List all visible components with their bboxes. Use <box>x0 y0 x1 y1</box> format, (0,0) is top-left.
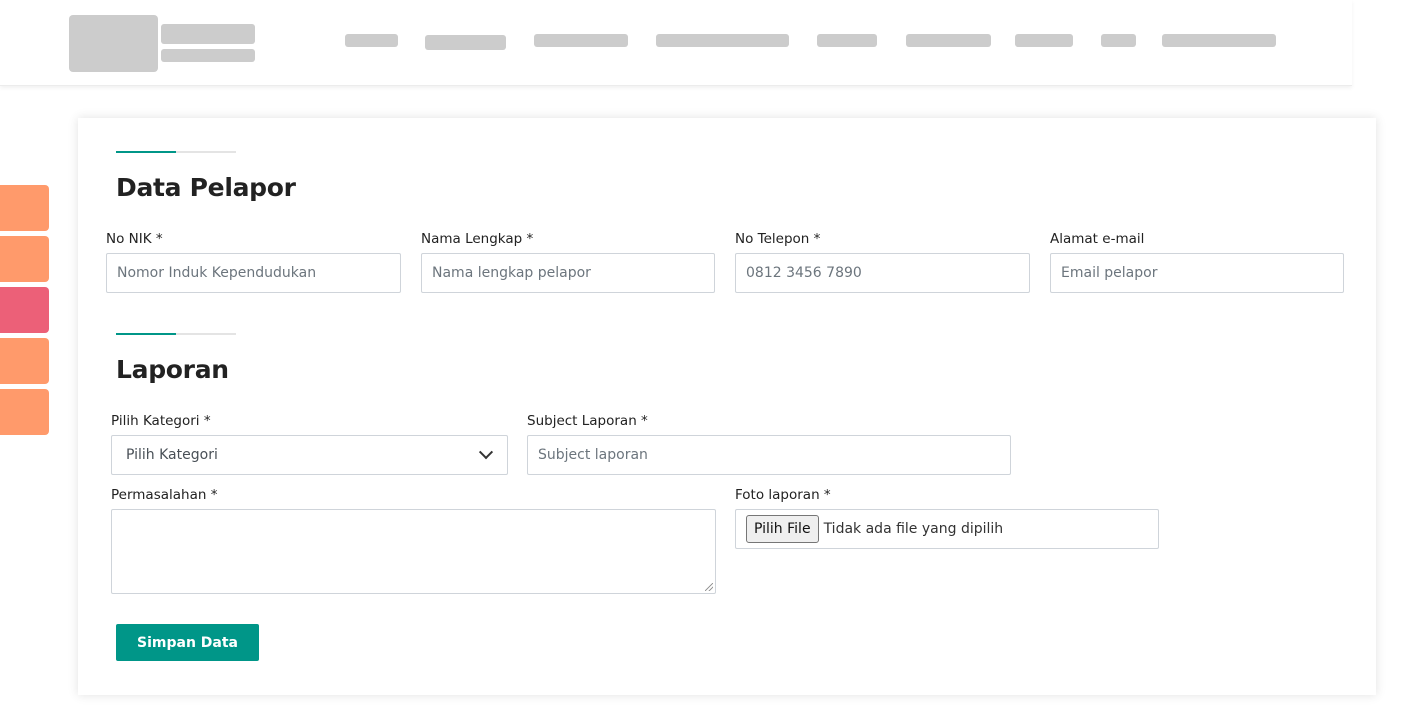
nav-item-placeholder[interactable] <box>345 34 398 47</box>
nav-item-placeholder[interactable] <box>1162 34 1276 47</box>
category-label: Pilih Kategori * <box>111 413 211 429</box>
email-input[interactable] <box>1050 253 1344 293</box>
full-name-input[interactable] <box>421 253 715 293</box>
email-label: Alamat e-mail <box>1050 231 1145 247</box>
side-tab-1[interactable] <box>0 185 49 231</box>
problem-label: Permasalahan * <box>111 487 218 503</box>
chevron-down-icon <box>478 445 494 460</box>
site-header <box>0 0 1352 86</box>
subject-label: Subject Laporan * <box>527 413 648 429</box>
category-select[interactable]: Pilih Kategori <box>111 435 508 475</box>
nav-item-placeholder[interactable] <box>656 34 789 47</box>
category-selected-value: Pilih Kategori <box>126 447 218 463</box>
reporter-section-title: Data Pelapor <box>116 173 296 202</box>
side-tab-2[interactable] <box>0 236 49 282</box>
nav-item-placeholder[interactable] <box>1101 34 1136 47</box>
logo-title-placeholder <box>161 24 255 44</box>
nik-input[interactable] <box>106 253 401 293</box>
phone-input[interactable] <box>735 253 1030 293</box>
subject-input[interactable] <box>527 435 1011 475</box>
logo-image-placeholder[interactable] <box>69 15 158 72</box>
nav-item-placeholder[interactable] <box>817 34 877 47</box>
nav-item-placeholder[interactable] <box>1015 34 1073 47</box>
side-tab-3[interactable] <box>0 287 49 333</box>
photo-label: Foto laporan * <box>735 487 831 503</box>
report-form-card: Data Pelapor No NIK * Nama Lengkap * No … <box>78 118 1376 695</box>
full-name-label: Nama Lengkap * <box>421 231 534 247</box>
side-tab-5[interactable] <box>0 389 49 435</box>
side-tab-4[interactable] <box>0 338 49 384</box>
logo-subtitle-placeholder <box>161 49 255 62</box>
phone-label: No Telepon * <box>735 231 821 247</box>
nav-item-placeholder[interactable] <box>425 35 506 50</box>
nik-label: No NIK * <box>106 231 163 247</box>
resize-handle-icon[interactable] <box>705 583 713 591</box>
nav-item-placeholder[interactable] <box>534 34 628 47</box>
choose-file-button[interactable]: Pilih File <box>746 515 819 543</box>
section-divider <box>116 333 236 335</box>
photo-file-input[interactable]: Pilih File Tidak ada file yang dipilih <box>735 509 1159 549</box>
file-status-text: Tidak ada file yang dipilih <box>823 521 1004 537</box>
save-data-button[interactable]: Simpan Data <box>116 624 259 661</box>
report-section-title: Laporan <box>116 355 229 384</box>
nav-item-placeholder[interactable] <box>906 34 991 47</box>
problem-textarea[interactable] <box>111 509 716 594</box>
section-divider <box>116 151 236 153</box>
